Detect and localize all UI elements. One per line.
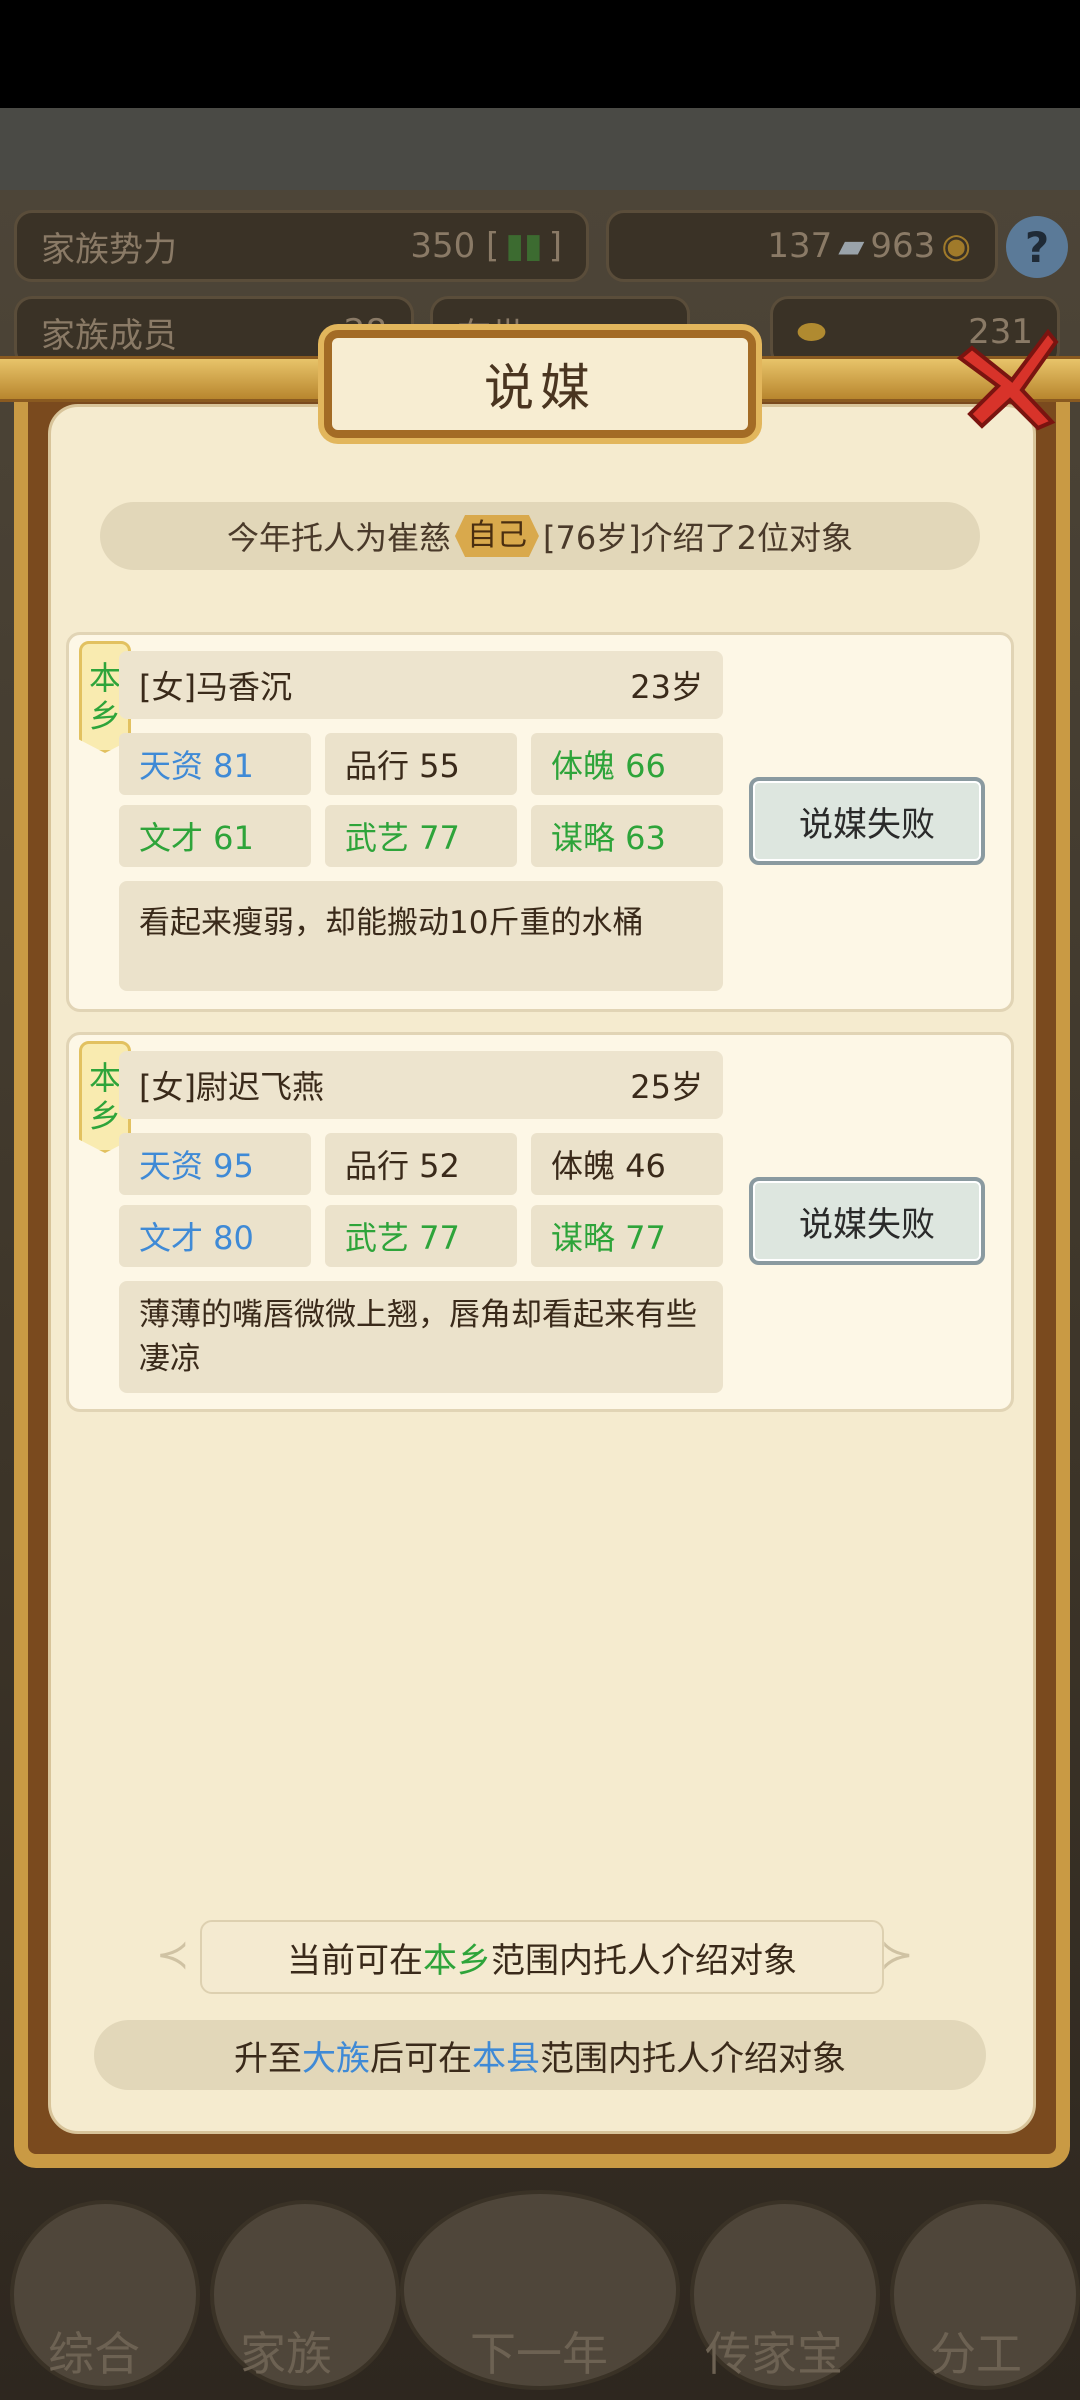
- close-icon[interactable]: [952, 318, 1068, 434]
- candidate-name-bar: [女]尉迟飞燕 25岁: [119, 1051, 723, 1119]
- stat-martial: 武艺 77: [325, 805, 517, 867]
- stat-talent: 天资 95: [119, 1133, 311, 1195]
- silver-value: 137: [767, 226, 833, 266]
- stat-literary: 文才 80: [119, 1205, 311, 1267]
- clan-rank-highlight: 大族: [302, 2038, 370, 2079]
- right-wing-ornament: ≻: [880, 1932, 914, 1978]
- range-notice: 当前可在 本乡 范围内托人介绍对象: [200, 1920, 884, 1994]
- stat-conduct: 品行 55: [325, 733, 517, 795]
- top-banner: [0, 108, 1080, 190]
- range-highlight: 本乡: [423, 1940, 491, 1981]
- stat-conduct: 品行 52: [325, 1133, 517, 1195]
- help-icon[interactable]: ?: [1006, 216, 1068, 278]
- gold-ingot-icon: ⬬: [797, 312, 827, 352]
- silver-icon: ▰: [838, 226, 865, 266]
- stat-physique: 体魄 46: [531, 1133, 723, 1195]
- matchmaking-failed-button[interactable]: 说媒失败: [749, 777, 985, 865]
- nav-label-family: 家族: [240, 2327, 332, 2381]
- candidate-description: 薄薄的嘴唇微微上翘，唇角却看起来有些凄凉: [119, 1281, 723, 1393]
- candidate-card: 本 乡 [女]马香沉 23岁 天资 81 品行 55 体魄 66 文才 61 武…: [66, 632, 1014, 1012]
- currency-pill: 137 ▰ 963 ◉: [606, 210, 998, 282]
- stat-physique: 体魄 66: [531, 733, 723, 795]
- coin-icon: ◉: [941, 226, 971, 266]
- stat-strategy: 谋略 63: [531, 805, 723, 867]
- stat-literary: 文才 61: [119, 805, 311, 867]
- county-highlight: 本县: [472, 2038, 540, 2079]
- nav-label-heirloom: 传家宝: [705, 2327, 843, 2381]
- candidate-age: 23岁: [630, 668, 703, 706]
- upgrade-notice: 升至 大族 后可在 本县 范围内托人介绍对象: [94, 2020, 986, 2090]
- family-members-label: 家族成员: [41, 315, 177, 356]
- info-prefix: 今年托人为崔慈: [226, 519, 451, 557]
- candidate-description: 看起来瘦弱，却能搬动10斤重的水桶: [119, 881, 723, 991]
- stat-strategy: 谋略 77: [531, 1205, 723, 1267]
- candidate-age: 25岁: [630, 1068, 703, 1106]
- self-tag: 自己: [454, 515, 539, 557]
- family-power-label: 家族势力: [41, 229, 177, 270]
- family-power-pill: 家族势力 350 [ ▮▮ ]: [14, 210, 589, 282]
- nav-label-assignment: 分工: [930, 2327, 1022, 2381]
- nav-label-overview: 综合: [48, 2327, 140, 2381]
- candidate-name: [女]尉迟飞燕: [139, 1068, 324, 1106]
- status-bar: [0, 0, 1080, 108]
- coin-value: 963: [870, 226, 936, 266]
- nav-label-next-year: 下一年: [470, 2327, 608, 2381]
- candidate-card: 本 乡 [女]尉迟飞燕 25岁 天资 95 品行 52 体魄 46 文才 80 …: [66, 1032, 1014, 1412]
- matchmaking-info: 今年托人为崔慈 自己 [76岁]介绍了2位对象: [100, 502, 980, 570]
- info-suffix: [76岁]介绍了2位对象: [542, 519, 854, 557]
- stat-talent: 天资 81: [119, 733, 311, 795]
- matchmaking-failed-button[interactable]: 说媒失败: [749, 1177, 985, 1265]
- family-power-value: 350 [: [410, 226, 500, 266]
- dialog-title: 说媒: [324, 330, 756, 438]
- candidate-name: [女]马香沉: [139, 668, 292, 706]
- candidate-name-bar: [女]马香沉 23岁: [119, 651, 723, 719]
- stat-martial: 武艺 77: [325, 1205, 517, 1267]
